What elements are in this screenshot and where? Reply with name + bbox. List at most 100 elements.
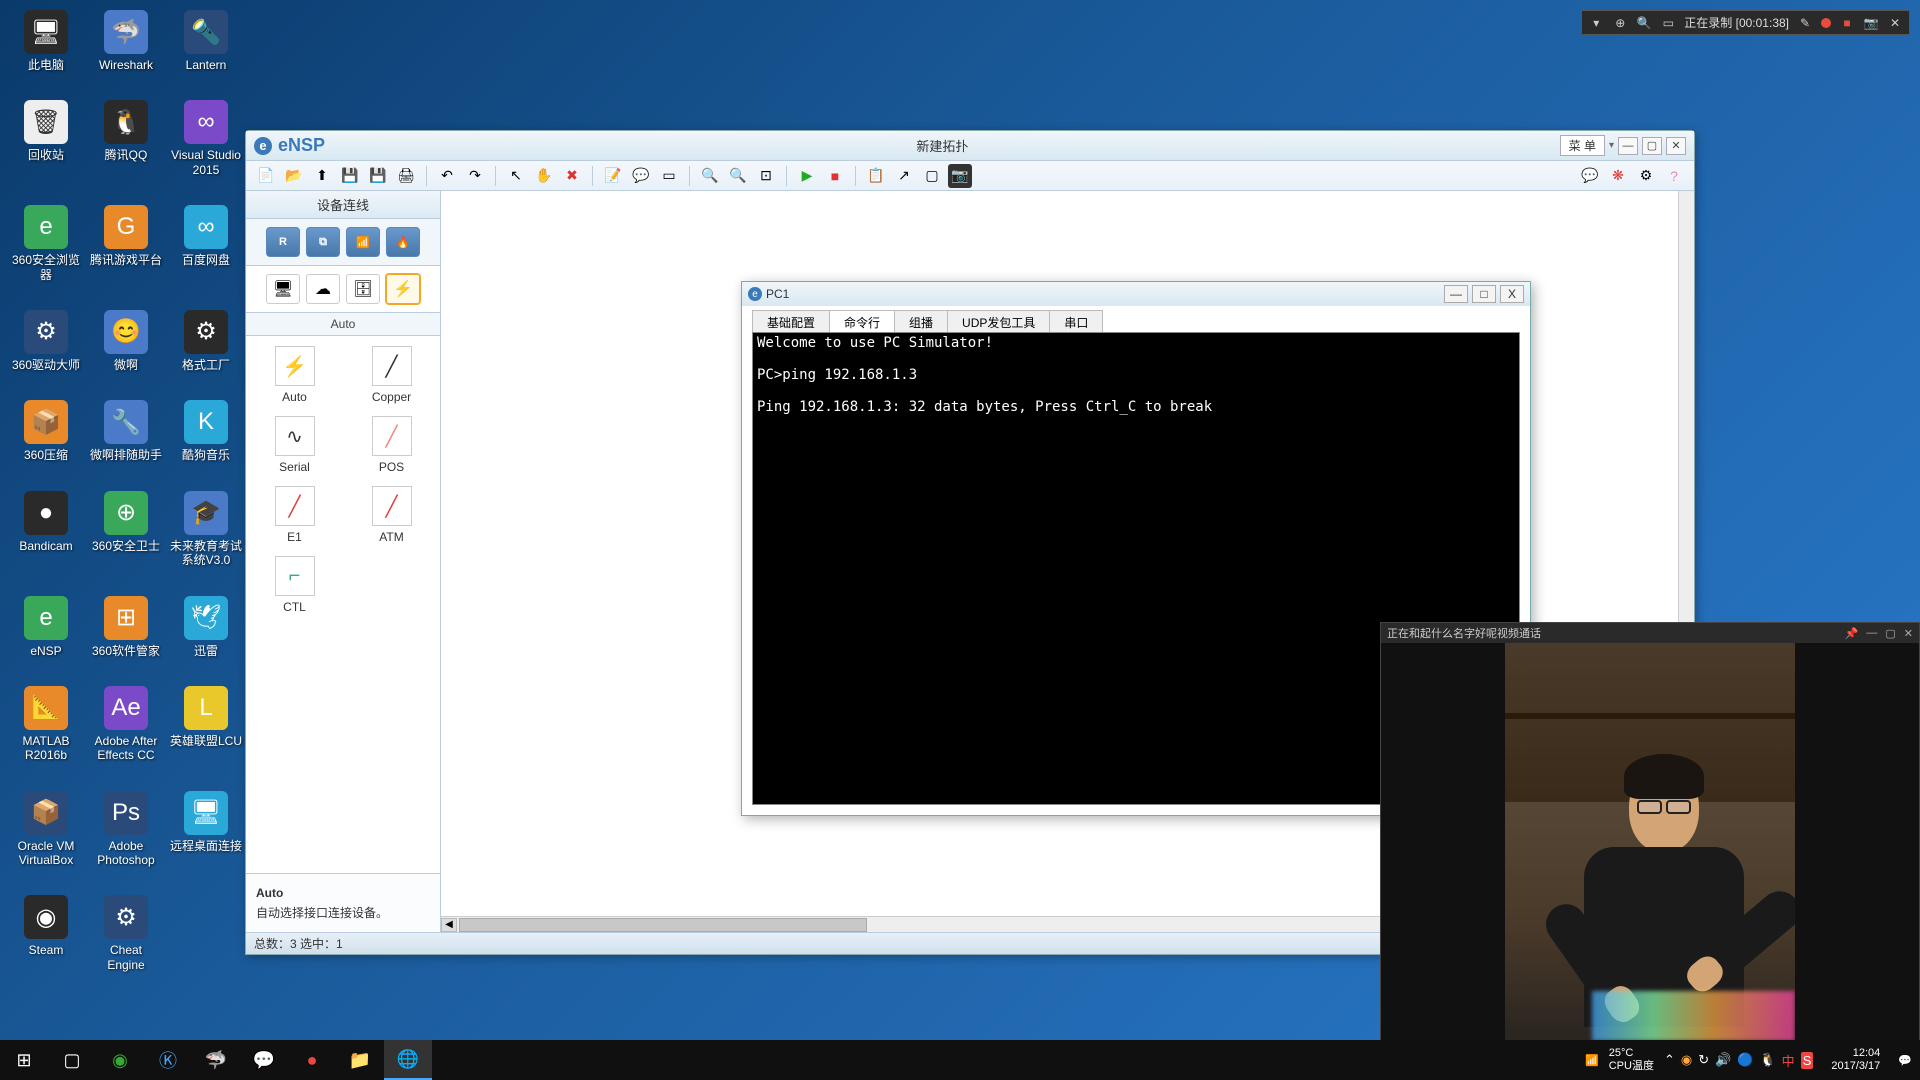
redo-icon[interactable]: ↷ xyxy=(463,164,487,188)
desktop-icon-18[interactable]: eeNSP xyxy=(10,596,82,658)
cable-copper[interactable]: ╱Copper xyxy=(353,346,430,404)
tray-up-icon[interactable]: ⌃ xyxy=(1664,1052,1675,1068)
chat-icon[interactable]: 💬 xyxy=(1578,164,1602,188)
pc1-minimize-button[interactable]: — xyxy=(1444,285,1468,303)
desktop-icon-15[interactable]: ●Bandicam xyxy=(10,491,82,568)
firewall-category[interactable]: 🔥 xyxy=(386,227,420,257)
pencil-icon[interactable]: ✎ xyxy=(1797,15,1813,31)
saveall-icon[interactable]: 💾 xyxy=(366,164,390,188)
cable-e1[interactable]: ╱E1 xyxy=(256,486,333,544)
desktop-icon-23[interactable]: L英雄联盟LCU xyxy=(170,686,242,763)
tray-qq-icon[interactable]: 🐧 xyxy=(1759,1052,1775,1068)
desktop-icon-12[interactable]: 📦360压缩 xyxy=(10,400,82,462)
cable-pos[interactable]: ╱POS xyxy=(353,416,430,474)
pc1-tab-1[interactable]: 命令行 xyxy=(829,310,895,332)
up-icon[interactable]: ⬆ xyxy=(310,164,334,188)
task-360browser[interactable]: ◉ xyxy=(96,1040,144,1080)
desktop-icon-3[interactable]: 🗑回收站 xyxy=(10,100,82,177)
undo-icon[interactable]: ↶ xyxy=(435,164,459,188)
desktop-icon-9[interactable]: ⚙360驱动大师 xyxy=(10,310,82,372)
close-icon[interactable]: ✕ xyxy=(1887,15,1903,31)
tray-volume-icon[interactable]: 🔊 xyxy=(1715,1052,1731,1068)
dropdown-icon[interactable]: ▾ xyxy=(1588,15,1604,31)
desktop-icon-1[interactable]: 🦈Wireshark xyxy=(90,10,162,72)
pc1-tab-3[interactable]: UDP发包工具 xyxy=(947,310,1050,332)
desktop-icon-26[interactable]: 🖥远程桌面连接 xyxy=(170,791,242,868)
maximize-button[interactable]: ▢ xyxy=(1642,137,1662,155)
switch-category[interactable]: ⧉ xyxy=(306,227,340,257)
camera-icon[interactable]: 📷 xyxy=(1863,15,1879,31)
pc1-close-button[interactable]: X xyxy=(1500,285,1524,303)
fit-icon[interactable]: ⊡ xyxy=(754,164,778,188)
pc1-tab-2[interactable]: 组播 xyxy=(894,310,948,332)
cable-ctl[interactable]: ⌐CTL xyxy=(256,556,333,614)
export-icon[interactable]: ↗ xyxy=(892,164,916,188)
desktop-icon-2[interactable]: 🔦Lantern xyxy=(170,10,242,72)
help-icon[interactable]: ? xyxy=(1662,164,1686,188)
tray-sync-icon[interactable]: ↻ xyxy=(1698,1052,1709,1068)
desktop-icon-19[interactable]: ⊞360软件管家 xyxy=(90,596,162,658)
wlan-category[interactable]: 📶 xyxy=(346,227,380,257)
hand-icon[interactable]: ✋ xyxy=(532,164,556,188)
delete-icon[interactable]: ✖ xyxy=(560,164,584,188)
tray-app1-icon[interactable]: 🔵 xyxy=(1737,1052,1753,1068)
cable-type[interactable]: ⚡ xyxy=(386,274,420,304)
desktop-icon-28[interactable]: ⚙Cheat Engine xyxy=(90,895,162,972)
zoomout-icon[interactable]: 🔍 xyxy=(726,164,750,188)
minimize-button[interactable]: — xyxy=(1618,137,1638,155)
close-button[interactable]: ✕ xyxy=(1666,137,1686,155)
cable-auto[interactable]: ⚡Auto xyxy=(256,346,333,404)
ensp-menu-button[interactable]: 菜 单 xyxy=(1560,135,1605,156)
desktop-icon-11[interactable]: ⚙格式工厂 xyxy=(170,310,242,372)
desktop-icon-6[interactable]: e360安全浏览器 xyxy=(10,205,82,282)
task-kugou[interactable]: Ⓚ xyxy=(144,1040,192,1080)
scroll-left-icon[interactable]: ◀ xyxy=(441,918,457,932)
clock[interactable]: 12:04 2017/3/17 xyxy=(1823,1047,1888,1073)
pointer-icon[interactable]: ↖ xyxy=(504,164,528,188)
taskview-button[interactable]: ▢ xyxy=(48,1040,96,1080)
desktop-icon-25[interactable]: PsAdobe Photoshop xyxy=(90,791,162,868)
pin-icon[interactable]: 📌 xyxy=(1845,627,1859,640)
video-maximize-button[interactable]: ▢ xyxy=(1885,627,1895,640)
cable-serial[interactable]: ∿Serial xyxy=(256,416,333,474)
desktop-icon-0[interactable]: 🖥此电脑 xyxy=(10,10,82,72)
rect-icon[interactable]: ▭ xyxy=(1660,15,1676,31)
scroll-thumb[interactable] xyxy=(459,918,867,932)
start-icon[interactable]: ▶ xyxy=(795,164,819,188)
camera-icon[interactable]: 📷 xyxy=(948,164,972,188)
open-icon[interactable]: 📂 xyxy=(282,164,306,188)
cloud-type[interactable]: ☁ xyxy=(306,274,340,304)
note-icon[interactable]: 📝 xyxy=(601,164,625,188)
tray-360-icon[interactable]: ◉ xyxy=(1681,1052,1692,1068)
desktop-icon-8[interactable]: ∞百度网盘 xyxy=(170,205,242,282)
video-minimize-button[interactable]: — xyxy=(1866,627,1877,640)
desktop-icon-13[interactable]: 🔧微啊排随助手 xyxy=(90,400,162,462)
task-chat[interactable]: 💬 xyxy=(240,1040,288,1080)
target-icon[interactable]: ⊕ xyxy=(1612,15,1628,31)
pc-type[interactable]: 🖥 xyxy=(266,274,300,304)
task-explorer[interactable]: 📁 xyxy=(336,1040,384,1080)
capture-icon[interactable]: 📋 xyxy=(864,164,888,188)
desktop-icon-24[interactable]: 📦Oracle VM VirtualBox xyxy=(10,791,82,868)
window-icon[interactable]: ▢ xyxy=(920,164,944,188)
pc1-maximize-button[interactable]: □ xyxy=(1472,285,1496,303)
search-icon[interactable]: 🔍 xyxy=(1636,15,1652,31)
notifications-icon[interactable]: 💬 xyxy=(1898,1054,1912,1067)
huawei-icon[interactable]: ❋ xyxy=(1606,164,1630,188)
palette-icon[interactable]: ▭ xyxy=(657,164,681,188)
desktop-icon-17[interactable]: 🎓未来教育考试系统V3.0 xyxy=(170,491,242,568)
wifi-icon[interactable]: 📶 xyxy=(1585,1054,1599,1067)
desktop-icon-10[interactable]: 😊微啊 xyxy=(90,310,162,372)
settings-icon[interactable]: ⚙ xyxy=(1634,164,1658,188)
cable-atm[interactable]: ╱ATM xyxy=(353,486,430,544)
desktop-icon-4[interactable]: 🐧腾讯QQ xyxy=(90,100,162,177)
desktop-icon-22[interactable]: AeAdobe After Effects CC xyxy=(90,686,162,763)
stop-icon[interactable]: ■ xyxy=(823,164,847,188)
desktop-icon-27[interactable]: ◉Steam xyxy=(10,895,82,972)
pc1-tab-4[interactable]: 串口 xyxy=(1049,310,1103,332)
zoomin-icon[interactable]: 🔍 xyxy=(698,164,722,188)
task-wireshark[interactable]: 🦈 xyxy=(192,1040,240,1080)
pc1-tab-0[interactable]: 基础配置 xyxy=(752,310,830,332)
print-icon[interactable]: 🖨 xyxy=(394,164,418,188)
text-icon[interactable]: 💬 xyxy=(629,164,653,188)
